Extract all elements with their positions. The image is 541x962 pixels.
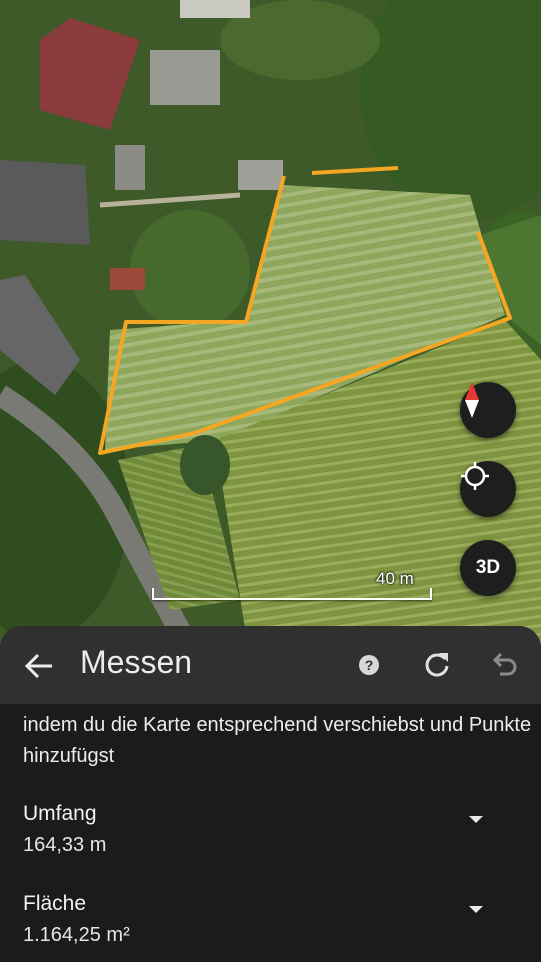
measure-sheet: Messen ? indem du die Karte entsprechend… — [0, 626, 541, 960]
arrow-back-icon[interactable] — [22, 648, 58, 684]
compass-button[interactable] — [460, 382, 516, 438]
measure-toolbar: Messen ? — [0, 626, 541, 704]
scale-bar — [152, 588, 432, 600]
chevron-down-icon[interactable] — [469, 906, 483, 913]
my-location-button[interactable] — [460, 461, 516, 517]
my-location-icon — [461, 462, 489, 490]
house-roof — [238, 160, 283, 190]
area-value: 1.164,25 m² — [23, 924, 130, 946]
house-roof — [180, 0, 250, 18]
house-roof — [115, 145, 145, 190]
satellite-map[interactable]: 3D 40 m — [0, 0, 541, 660]
help-button[interactable]: ? — [359, 655, 379, 675]
perimeter-label: Umfang — [23, 802, 97, 825]
house-roof — [110, 268, 145, 290]
undo-icon — [492, 652, 517, 676]
chevron-down-icon[interactable] — [469, 816, 483, 823]
area-row[interactable]: Fläche 1.164,25 m² — [0, 892, 541, 962]
scale-label: 40 m — [376, 569, 414, 588]
compass-icon — [465, 382, 479, 418]
area-label: Fläche — [23, 892, 87, 915]
perimeter-value: 164,33 m — [23, 834, 107, 856]
perimeter-row[interactable]: Umfang 164,33 m — [0, 802, 541, 872]
instruction-text: indem du die Karte entsprechend verschie… — [23, 714, 532, 767]
house-roof — [150, 50, 220, 105]
view-3d-button[interactable]: 3D — [460, 540, 516, 596]
redo-icon[interactable] — [423, 650, 451, 678]
page-title: Messen — [80, 644, 193, 680]
house-roof — [0, 160, 90, 245]
